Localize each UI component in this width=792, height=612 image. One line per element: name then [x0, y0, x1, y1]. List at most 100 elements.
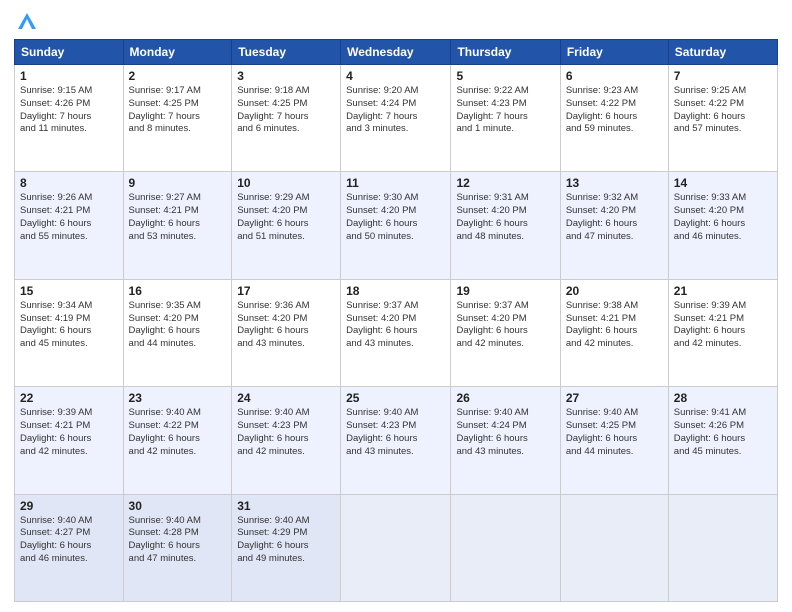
day-info: Sunrise: 9:32 AMSunset: 4:20 PMDaylight:…	[566, 192, 663, 243]
day-number: 20	[566, 284, 663, 298]
calendar-cell	[341, 494, 451, 601]
daylight-hours: Daylight: 6 hours	[346, 218, 417, 229]
calendar-cell	[560, 494, 668, 601]
day-number: 14	[674, 176, 772, 190]
calendar-cell: 22Sunrise: 9:39 AMSunset: 4:21 PMDayligh…	[15, 387, 124, 494]
day-number: 19	[456, 284, 554, 298]
calendar-week-row: 8Sunrise: 9:26 AMSunset: 4:21 PMDaylight…	[15, 172, 778, 279]
day-info: Sunrise: 9:40 AMSunset: 4:23 PMDaylight:…	[237, 407, 335, 458]
day-number: 10	[237, 176, 335, 190]
daylight-hours: Daylight: 7 hours	[346, 111, 417, 122]
day-info: Sunrise: 9:37 AMSunset: 4:20 PMDaylight:…	[346, 300, 445, 351]
day-number: 15	[20, 284, 118, 298]
calendar-cell: 10Sunrise: 9:29 AMSunset: 4:20 PMDayligh…	[232, 172, 341, 279]
calendar-table: SundayMondayTuesdayWednesdayThursdayFrid…	[14, 39, 778, 602]
calendar-cell: 30Sunrise: 9:40 AMSunset: 4:28 PMDayligh…	[123, 494, 232, 601]
day-number: 27	[566, 391, 663, 405]
calendar-cell: 6Sunrise: 9:23 AMSunset: 4:22 PMDaylight…	[560, 65, 668, 172]
daylight-hours: Daylight: 6 hours	[566, 218, 637, 229]
day-info: Sunrise: 9:17 AMSunset: 4:25 PMDaylight:…	[129, 85, 227, 136]
calendar-week-row: 15Sunrise: 9:34 AMSunset: 4:19 PMDayligh…	[15, 279, 778, 386]
calendar-cell: 2 Sunrise: 9:17 AMSunset: 4:25 PMDaylight…	[123, 65, 232, 172]
day-info: Sunrise: 9:18 AMSunset: 4:25 PMDaylight:…	[237, 85, 335, 136]
calendar-cell: 31Sunrise: 9:40 AMSunset: 4:29 PMDayligh…	[232, 494, 341, 601]
daylight-hours: Daylight: 6 hours	[20, 218, 91, 229]
day-info: Sunrise: 9:25 AMSunset: 4:22 PMDaylight:…	[674, 85, 772, 136]
day-number: 18	[346, 284, 445, 298]
daylight-hours: Daylight: 6 hours	[20, 433, 91, 444]
day-info: Sunrise: 9:22 AMSunset: 4:23 PMDaylight:…	[456, 85, 554, 136]
calendar-cell: 16Sunrise: 9:35 AMSunset: 4:20 PMDayligh…	[123, 279, 232, 386]
calendar-cell: 28Sunrise: 9:41 AMSunset: 4:26 PMDayligh…	[668, 387, 777, 494]
daylight-hours: Daylight: 6 hours	[456, 218, 527, 229]
day-info: Sunrise: 9:40 AMSunset: 4:29 PMDaylight:…	[237, 515, 335, 566]
day-number: 2	[129, 69, 227, 83]
day-number: 13	[566, 176, 663, 190]
calendar-cell: 21 Sunrise: 9:39 AMSunset: 4:21 PMDayligh…	[668, 279, 777, 386]
logo-icon	[16, 11, 38, 31]
daylight-hours: Daylight: 6 hours	[20, 325, 91, 336]
calendar-cell: 23Sunrise: 9:40 AMSunset: 4:22 PMDayligh…	[123, 387, 232, 494]
calendar-cell: 14 Sunrise: 9:33 AMSunset: 4:20 PMDayligh…	[668, 172, 777, 279]
calendar-cell: 11 Sunrise: 9:30 AMSunset: 4:20 PMDayligh…	[341, 172, 451, 279]
day-info: Sunrise: 9:27 AMSunset: 4:21 PMDaylight:…	[129, 192, 227, 243]
day-info: Sunrise: 9:35 AMSunset: 4:20 PMDaylight:…	[129, 300, 227, 351]
day-number: 4	[346, 69, 445, 83]
daylight-hours: Daylight: 6 hours	[237, 325, 308, 336]
daylight-hours: Daylight: 6 hours	[346, 325, 417, 336]
weekday-saturday: Saturday	[668, 40, 777, 65]
calendar-week-row: 29Sunrise: 9:40 AMSunset: 4:27 PMDayligh…	[15, 494, 778, 601]
weekday-wednesday: Wednesday	[341, 40, 451, 65]
daylight-hours: Daylight: 6 hours	[674, 111, 745, 122]
calendar-cell: 29Sunrise: 9:40 AMSunset: 4:27 PMDayligh…	[15, 494, 124, 601]
day-number: 7	[674, 69, 772, 83]
day-info: Sunrise: 9:40 AMSunset: 4:23 PMDaylight:…	[346, 407, 445, 458]
day-info: Sunrise: 9:40 AMSunset: 4:27 PMDaylight:…	[20, 515, 118, 566]
day-info: Sunrise: 9:39 AMSunset: 4:21 PMDaylight:…	[674, 300, 772, 351]
daylight-hours: Daylight: 6 hours	[566, 325, 637, 336]
calendar-cell	[451, 494, 560, 601]
calendar-week-row: 22Sunrise: 9:39 AMSunset: 4:21 PMDayligh…	[15, 387, 778, 494]
day-info: Sunrise: 9:41 AMSunset: 4:26 PMDaylight:…	[674, 407, 772, 458]
calendar-cell: 12Sunrise: 9:31 AMSunset: 4:20 PMDayligh…	[451, 172, 560, 279]
day-number: 11	[346, 176, 445, 190]
calendar-cell: 27Sunrise: 9:40 AMSunset: 4:25 PMDayligh…	[560, 387, 668, 494]
daylight-hours: Daylight: 6 hours	[20, 540, 91, 551]
calendar-cell: 19Sunrise: 9:37 AMSunset: 4:20 PMDayligh…	[451, 279, 560, 386]
day-number: 24	[237, 391, 335, 405]
calendar-cell: 9 Sunrise: 9:27 AMSunset: 4:21 PMDaylight…	[123, 172, 232, 279]
daylight-hours: Daylight: 6 hours	[237, 540, 308, 551]
day-info: Sunrise: 9:30 AMSunset: 4:20 PMDaylight:…	[346, 192, 445, 243]
day-info: Sunrise: 9:36 AMSunset: 4:20 PMDaylight:…	[237, 300, 335, 351]
day-number: 21	[674, 284, 772, 298]
day-info: Sunrise: 9:40 AMSunset: 4:28 PMDaylight:…	[129, 515, 227, 566]
daylight-hours: Daylight: 7 hours	[20, 111, 91, 122]
day-number: 26	[456, 391, 554, 405]
weekday-sunday: Sunday	[15, 40, 124, 65]
daylight-hours: Daylight: 7 hours	[129, 111, 200, 122]
daylight-hours: Daylight: 6 hours	[129, 325, 200, 336]
calendar-cell: 18 Sunrise: 9:37 AMSunset: 4:20 PMDayligh…	[341, 279, 451, 386]
page: SundayMondayTuesdayWednesdayThursdayFrid…	[0, 0, 792, 612]
day-info: Sunrise: 9:38 AMSunset: 4:21 PMDaylight:…	[566, 300, 663, 351]
daylight-hours: Daylight: 6 hours	[346, 433, 417, 444]
day-number: 23	[129, 391, 227, 405]
daylight-hours: Daylight: 6 hours	[566, 111, 637, 122]
calendar-cell: 4Sunrise: 9:20 AMSunset: 4:24 PMDaylight…	[341, 65, 451, 172]
daylight-hours: Daylight: 6 hours	[237, 218, 308, 229]
calendar-cell: 20 Sunrise: 9:38 AMSunset: 4:21 PMDayligh…	[560, 279, 668, 386]
daylight-hours: Daylight: 6 hours	[129, 218, 200, 229]
daylight-hours: Daylight: 6 hours	[674, 433, 745, 444]
weekday-friday: Friday	[560, 40, 668, 65]
day-number: 6	[566, 69, 663, 83]
daylight-hours: Daylight: 6 hours	[566, 433, 637, 444]
day-number: 17	[237, 284, 335, 298]
calendar-cell: 7 Sunrise: 9:25 AMSunset: 4:22 PMDaylight…	[668, 65, 777, 172]
daylight-hours: Daylight: 6 hours	[456, 433, 527, 444]
calendar-cell: 15Sunrise: 9:34 AMSunset: 4:19 PMDayligh…	[15, 279, 124, 386]
day-number: 9	[129, 176, 227, 190]
daylight-hours: Daylight: 6 hours	[129, 540, 200, 551]
day-info: Sunrise: 9:33 AMSunset: 4:20 PMDaylight:…	[674, 192, 772, 243]
daylight-hours: Daylight: 6 hours	[129, 433, 200, 444]
day-info: Sunrise: 9:26 AMSunset: 4:21 PMDaylight:…	[20, 192, 118, 243]
